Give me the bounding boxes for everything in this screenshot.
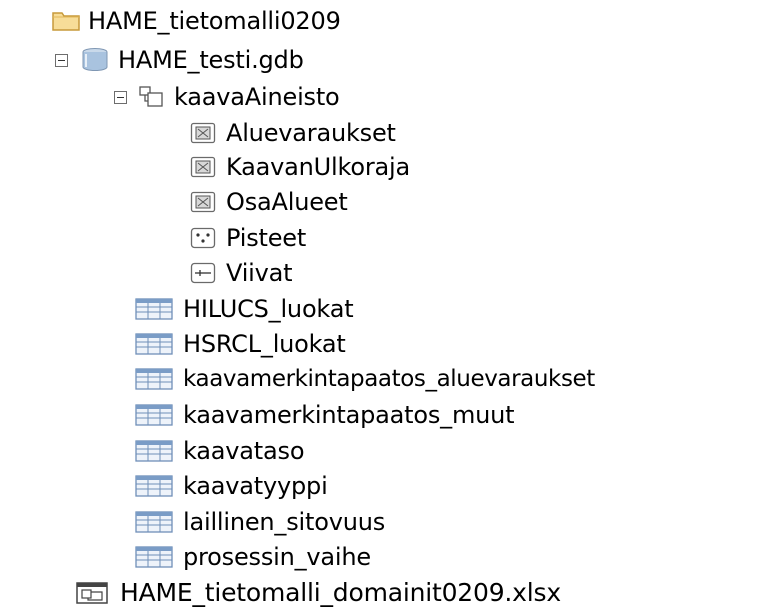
line-feature-class-icon xyxy=(190,262,216,284)
tree-node-label: Pisteet xyxy=(226,224,307,252)
tree-node-label: HSRCL_luokat xyxy=(183,330,346,358)
table-icon xyxy=(135,546,173,568)
tree-node-label: HAME_tietomalli0209 xyxy=(88,7,341,35)
table-icon xyxy=(135,298,173,320)
excel-file-icon xyxy=(76,582,108,604)
tree-node-label: KaavanUlkoraja xyxy=(226,153,410,181)
tree-node-label: Viivat xyxy=(226,259,293,287)
feature-dataset-icon xyxy=(138,86,164,108)
polygon-feature-class-icon xyxy=(190,191,216,213)
table-icon xyxy=(135,511,173,533)
table-icon xyxy=(135,368,173,390)
tree-node-label: prosessin_vaihe xyxy=(183,543,371,571)
catalog-tree: HAME_tietomalli0209 HAME_testi.gdb kaava… xyxy=(0,0,774,607)
tree-node-label: kaavatyyppi xyxy=(183,472,328,500)
polygon-feature-class-icon xyxy=(190,122,216,144)
tree-node-label: kaavamerkintapaatos_muut xyxy=(183,401,515,429)
tree-node-label: kaavamerkintapaatos_aluevaraukset xyxy=(183,366,595,392)
table-icon xyxy=(135,333,173,355)
tree-node-label: laillinen_sitovuus xyxy=(183,508,386,536)
point-feature-class-icon xyxy=(190,227,216,249)
collapse-toggle-dataset[interactable] xyxy=(114,91,127,104)
tree-node-label: HAME_testi.gdb xyxy=(118,46,304,74)
folder-icon xyxy=(52,8,80,32)
geodatabase-icon xyxy=(80,48,110,72)
tree-node-label: HILUCS_luokat xyxy=(183,295,354,323)
polygon-feature-class-icon xyxy=(190,156,216,178)
tree-node-label: Aluevaraukset xyxy=(226,119,396,147)
tree-node-label: kaavaAineisto xyxy=(174,83,340,111)
table-icon xyxy=(135,404,173,426)
collapse-toggle-gdb[interactable] xyxy=(55,54,68,67)
table-icon xyxy=(135,440,173,462)
tree-node-label: OsaAlueet xyxy=(226,188,348,216)
tree-node-label: kaavataso xyxy=(183,437,305,465)
table-icon xyxy=(135,475,173,497)
